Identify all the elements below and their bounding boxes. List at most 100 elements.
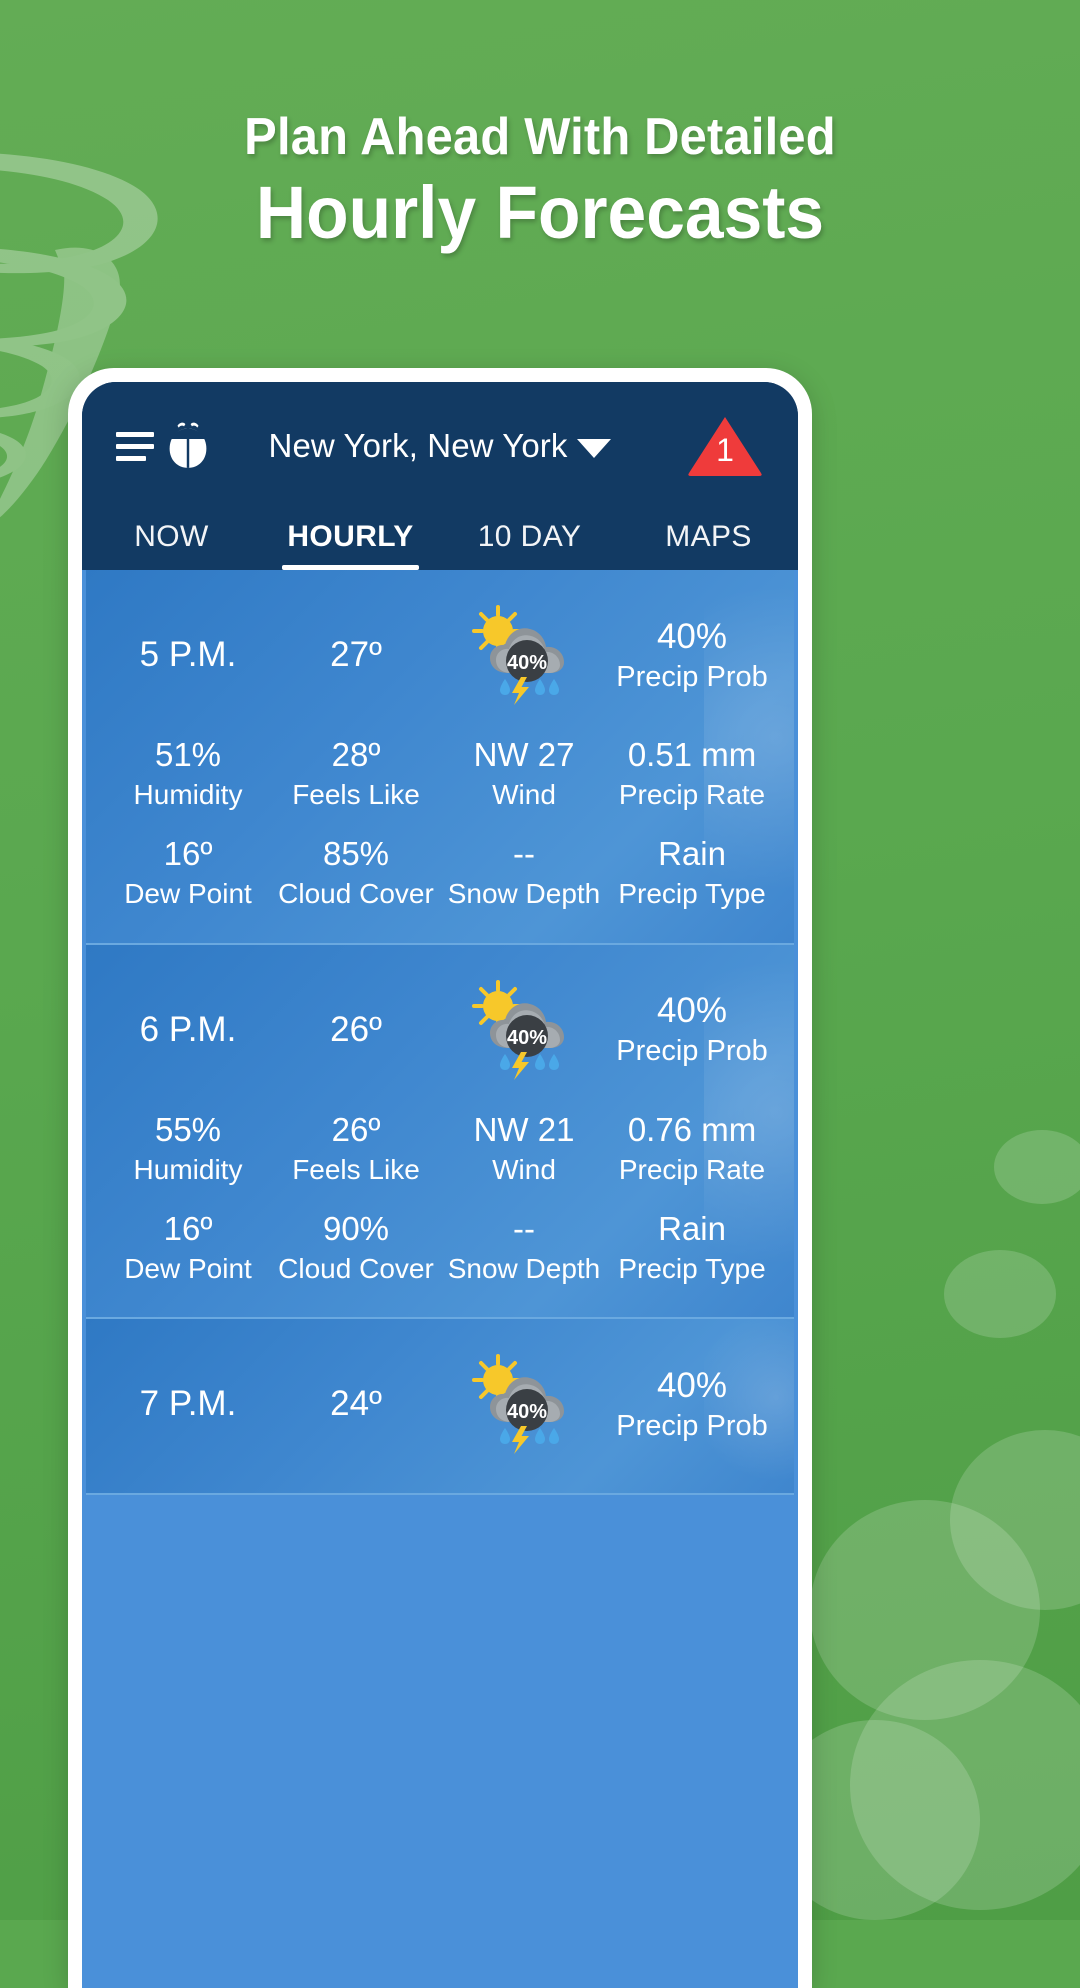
detail-label: Precip Rate — [618, 1153, 766, 1185]
toolbar-left-group — [116, 418, 216, 474]
cloud-decoration-icon — [994, 1130, 1080, 1204]
detail-label: Wind — [492, 778, 556, 810]
precip-prob-label: Precip Prob — [616, 1409, 768, 1442]
hourly-forecast-card[interactable]: 6 P.M. 26º 40% 40% Precip Prob 55% Humid… — [86, 944, 794, 1320]
app-screen: New York, New York 1 NOW HOURLY 10 DAY M… — [82, 382, 798, 1988]
precip-prob-value: 40% — [656, 1365, 728, 1405]
svg-text:40%: 40% — [507, 1401, 547, 1423]
forecast-time: 7 P.M. — [139, 1384, 237, 1424]
hourly-forecast-card[interactable]: 7 P.M. 24º 40% 40% Precip Prob — [86, 1319, 794, 1496]
tab-bar: NOW HOURLY 10 DAY MAPS — [82, 510, 798, 570]
detail-value: 28º — [331, 736, 381, 773]
precip-prob-value: 40% — [656, 616, 728, 656]
tab-hourly[interactable]: HOURLY — [261, 520, 440, 570]
detail-label: Snow Depth — [447, 878, 601, 910]
hamburger-menu-icon[interactable] — [116, 431, 154, 461]
svg-text:40%: 40% — [507, 1027, 547, 1049]
detail-value: NW 27 — [473, 736, 575, 773]
tab-now[interactable]: NOW — [82, 520, 261, 570]
detail-value: 16º — [163, 835, 213, 873]
detail-value: 0.51 mm — [627, 736, 757, 773]
precip-prob-label: Precip Prob — [616, 1035, 768, 1068]
detail-value: Rain — [658, 835, 726, 873]
detail-value: NW 21 — [473, 1110, 575, 1148]
phone-mockup: New York, New York 1 NOW HOURLY 10 DAY M… — [68, 368, 812, 1988]
forecast-temp-cell: 27º — [272, 635, 440, 675]
detail-label: Dew Point — [124, 1252, 252, 1284]
detail-value: -- — [513, 1209, 535, 1247]
detail-precip-type: Rain Precip Type — [608, 835, 776, 912]
forecast-time-cell: 7 P.M. — [104, 1384, 272, 1424]
hourly-forecast-card[interactable]: 5 P.M. 27º 40% 40% Precip Prob 51% Humid… — [86, 570, 794, 945]
detail-dew-point: 16º Dew Point — [104, 835, 272, 912]
forecast-time: 5 P.M. — [139, 635, 237, 674]
sun-cloud-thunder-rain-icon: 40% — [472, 1354, 564, 1455]
promo-headline: Plan Ahead With Detailed Hourly Forecast… — [0, 108, 1080, 255]
detail-feels-like: 26º Feels Like — [272, 1111, 440, 1188]
detail-value: 0.76 mm — [627, 1110, 757, 1148]
detail-value: 55% — [154, 1110, 222, 1148]
precip-prob-value: 40% — [656, 991, 728, 1031]
forecast-temperature: 26º — [330, 1009, 382, 1049]
detail-label: Precip Rate — [618, 778, 766, 810]
detail-label: Feels Like — [292, 1153, 420, 1185]
detail-cloud-cover: 85% Cloud Cover — [272, 835, 440, 912]
app-toolbar: New York, New York 1 — [82, 382, 798, 510]
detail-value: 16º — [163, 1209, 213, 1247]
forecast-icon-cell: 40% — [440, 978, 608, 1082]
forecast-icon-cell: 40% — [440, 603, 608, 707]
detail-label: Precip Type — [618, 878, 766, 910]
detail-snow-depth: -- Snow Depth — [440, 1210, 608, 1287]
chevron-down-icon — [577, 438, 612, 458]
sun-cloud-thunder-rain-icon: 40% — [472, 979, 564, 1080]
card-detail-row: 55% Humidity 26º Feels Like NW 21 Wind 0… — [104, 1111, 776, 1188]
forecast-temp-cell: 26º — [272, 1010, 440, 1050]
forecast-time-cell: 5 P.M. — [104, 635, 272, 675]
detail-feels-like: 28º Feels Like — [272, 736, 440, 813]
detail-value: -- — [513, 835, 535, 873]
detail-label: Cloud Cover — [278, 878, 434, 910]
detail-precip-type: Rain Precip Type — [608, 1210, 776, 1287]
tab-10day[interactable]: 10 DAY — [440, 520, 619, 570]
sun-cloud-thunder-rain-icon: 40% — [472, 605, 564, 705]
forecast-time-cell: 6 P.M. — [104, 1010, 272, 1050]
cloud-decoration-icon — [944, 1250, 1056, 1338]
detail-label: Wind — [492, 1153, 556, 1185]
forecast-time: 6 P.M. — [139, 1009, 237, 1049]
detail-label: Humidity — [133, 778, 243, 810]
detail-label: Humidity — [133, 1153, 243, 1185]
tab-maps[interactable]: MAPS — [619, 520, 798, 570]
detail-value: 90% — [322, 1209, 390, 1247]
detail-cloud-cover: 90% Cloud Cover — [272, 1210, 440, 1287]
detail-label: Feels Like — [292, 778, 420, 810]
hourly-forecast-list[interactable]: 5 P.M. 27º 40% 40% Precip Prob 51% Humid… — [82, 570, 798, 1988]
precip-prob-cell: 40% Precip Prob — [608, 617, 776, 694]
detail-label: Cloud Cover — [278, 1252, 434, 1284]
detail-value: 26º — [331, 1110, 381, 1148]
card-detail-row: 16º Dew Point 90% Cloud Cover -- Snow De… — [104, 1210, 776, 1287]
detail-dew-point: 16º Dew Point — [104, 1210, 272, 1287]
card-summary-row: 6 P.M. 26º 40% 40% Precip Prob — [104, 971, 776, 1089]
detail-label: Snow Depth — [447, 1252, 601, 1284]
weatherbug-ladybug-logo-icon[interactable] — [160, 418, 216, 474]
detail-precip-rate: 0.76 mm Precip Rate — [608, 1111, 776, 1188]
forecast-temperature: 24º — [330, 1384, 382, 1424]
svg-text:40%: 40% — [507, 652, 547, 674]
precip-prob-cell: 40% Precip Prob — [608, 991, 776, 1068]
detail-precip-rate: 0.51 mm Precip Rate — [608, 736, 776, 813]
detail-humidity: 55% Humidity — [104, 1111, 272, 1188]
alert-count-label: 1 — [716, 432, 734, 468]
detail-snow-depth: -- Snow Depth — [440, 835, 608, 912]
card-summary-row: 5 P.M. 27º 40% 40% Precip Prob — [104, 596, 776, 714]
detail-value: 85% — [322, 835, 390, 873]
card-detail-row: 51% Humidity 28º Feels Like NW 27 Wind 0… — [104, 736, 776, 813]
card-detail-row: 16º Dew Point 85% Cloud Cover -- Snow De… — [104, 835, 776, 912]
card-summary-row: 7 P.M. 24º 40% 40% Precip Prob — [104, 1345, 776, 1463]
alert-triangle-icon[interactable]: 1 — [686, 414, 764, 478]
forecast-temp-cell: 24º — [272, 1384, 440, 1424]
detail-humidity: 51% Humidity — [104, 736, 272, 813]
app-header: New York, New York 1 NOW HOURLY 10 DAY M… — [82, 382, 798, 570]
precip-prob-cell: 40% Precip Prob — [608, 1366, 776, 1443]
detail-value: Rain — [658, 1209, 726, 1247]
detail-value: 51% — [154, 736, 222, 773]
